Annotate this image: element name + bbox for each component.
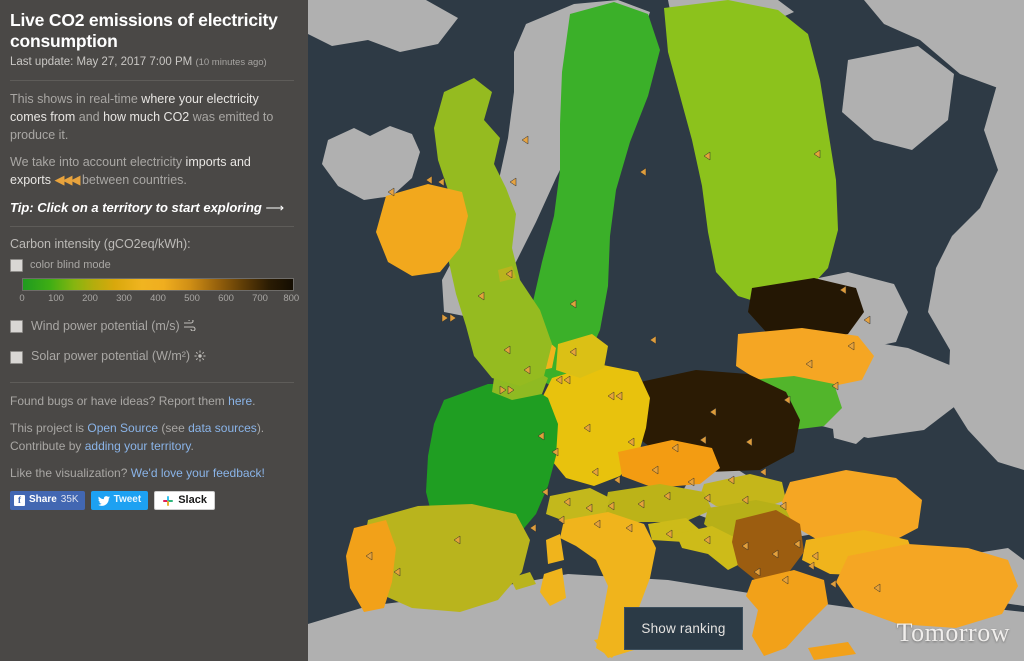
legend-title: Carbon intensity (gCO2eq/kWh): — [10, 237, 191, 252]
colorblind-label: color blind mode — [30, 258, 111, 271]
bug-report-period: . — [252, 394, 256, 408]
divider-top — [10, 79, 294, 81]
twitter-tweet-button[interactable]: Tweet — [90, 491, 149, 510]
colorblind-checkbox[interactable] — [10, 259, 23, 273]
map-canvas[interactable]: Show ranking Tomorrow — [308, 0, 1024, 661]
carbon-intensity-colorbar — [22, 277, 294, 291]
solar-layer-text: Solar power potential (W/m²) — [31, 349, 191, 364]
intro-p1-highlight-2: how much CO2 — [103, 109, 190, 124]
os-text-a: This project is — [10, 421, 88, 435]
tick-800: 800 — [283, 292, 300, 304]
tip-label: Tip: Click on a territory to start explo… — [10, 199, 262, 215]
bug-report-paragraph: Found bugs or have ideas? Report them he… — [10, 392, 294, 410]
tick-400: 400 — [150, 292, 166, 304]
feedback-link[interactable]: We'd love your feedback! — [131, 466, 265, 480]
feedback-paragraph: Like the visualization? We'd love your f… — [10, 464, 294, 482]
feedback-text: Like the visualization? — [10, 466, 131, 480]
twitter-icon — [97, 495, 110, 506]
wind-layer-label: Wind power potential (m/s) — [31, 317, 197, 336]
open-source-paragraph: This project is Open Source (see data so… — [10, 419, 294, 455]
bug-report-text: Found bugs or have ideas? Report them — [10, 394, 229, 408]
tick-200: 200 — [82, 292, 98, 304]
open-source-link[interactable]: Open Source — [87, 421, 158, 435]
intro-paragraph-1: This shows in real-time where your elect… — [10, 90, 294, 144]
facebook-share-button[interactable]: f Share 35K — [10, 491, 85, 510]
show-ranking-label: Show ranking — [641, 621, 726, 636]
territory-greenland — [308, 0, 458, 52]
sidebar: Live CO2 emissions of electricity consum… — [0, 0, 308, 661]
social-buttons: f Share 35K Tweet Slack — [10, 491, 294, 510]
divider-legend — [10, 226, 294, 228]
tick-500: 500 — [184, 292, 200, 304]
exchange-arrows-icon: ◀◀◀ — [54, 172, 80, 188]
intro-p1-a: This shows in real-time — [10, 91, 142, 106]
tip-arrow-icon: ⟶ — [265, 199, 285, 215]
wind-layer-checkbox[interactable] — [10, 319, 23, 333]
tomorrow-logo: Tomorrow — [896, 618, 1010, 647]
intro-p2-a: We take into account electricity — [10, 154, 186, 169]
sun-icon — [194, 350, 206, 362]
facebook-share-label: Share — [29, 494, 57, 506]
facebook-icon: f — [14, 495, 25, 506]
tick-300: 300 — [116, 292, 132, 304]
tick-700: 700 — [252, 292, 268, 304]
last-update: Last update: May 27, 2017 7:00 PM (10 mi… — [10, 54, 294, 70]
last-update-time: May 27, 2017 7:00 PM — [76, 56, 193, 69]
tick-100: 100 — [48, 292, 64, 304]
wind-icon — [184, 317, 196, 332]
colorbar-ticks: 0 100 200 300 400 500 600 700 800 — [19, 292, 299, 305]
slack-button[interactable]: Slack — [154, 491, 215, 510]
tip-text: Tip: Click on a territory to start explo… — [10, 199, 294, 217]
intro-paragraph-2: We take into account electricity imports… — [10, 153, 294, 190]
solar-layer-checkbox[interactable] — [10, 350, 23, 364]
wind-layer-toggle-row[interactable]: Wind power potential (m/s) — [10, 317, 294, 336]
wind-layer-text: Wind power potential (m/s) — [31, 318, 180, 333]
colorblind-toggle-row[interactable]: color blind mode — [10, 258, 294, 274]
report-bugs-link[interactable]: here — [228, 394, 252, 408]
solar-layer-label: Solar power potential (W/m²) — [31, 348, 206, 366]
last-update-prefix: Last update: — [10, 56, 74, 69]
solar-layer-toggle-row[interactable]: Solar power potential (W/m²) — [10, 348, 294, 366]
last-update-ago: (10 minutes ago) — [195, 57, 267, 69]
app-root: Live CO2 emissions of electricity consum… — [0, 0, 1024, 661]
page-title: Live CO2 emissions of electricity consum… — [10, 10, 278, 51]
os-text-b: (see — [158, 421, 189, 435]
europe-map-svg[interactable] — [308, 0, 1024, 661]
intro-p2-c: between countries. — [78, 173, 187, 188]
intro-p1-c: and — [75, 109, 104, 124]
tick-0: 0 — [19, 292, 25, 304]
data-sources-link[interactable]: data sources — [188, 421, 257, 435]
add-territory-link[interactable]: adding your territory — [85, 439, 191, 453]
slack-icon — [163, 495, 174, 506]
divider-footer — [10, 382, 294, 383]
facebook-share-count: 35K — [60, 494, 79, 506]
show-ranking-button[interactable]: Show ranking — [624, 607, 743, 650]
tick-600: 600 — [218, 292, 234, 304]
slack-label: Slack — [178, 493, 207, 506]
os-text-d: . — [190, 439, 194, 453]
twitter-tweet-label: Tweet — [113, 494, 142, 506]
